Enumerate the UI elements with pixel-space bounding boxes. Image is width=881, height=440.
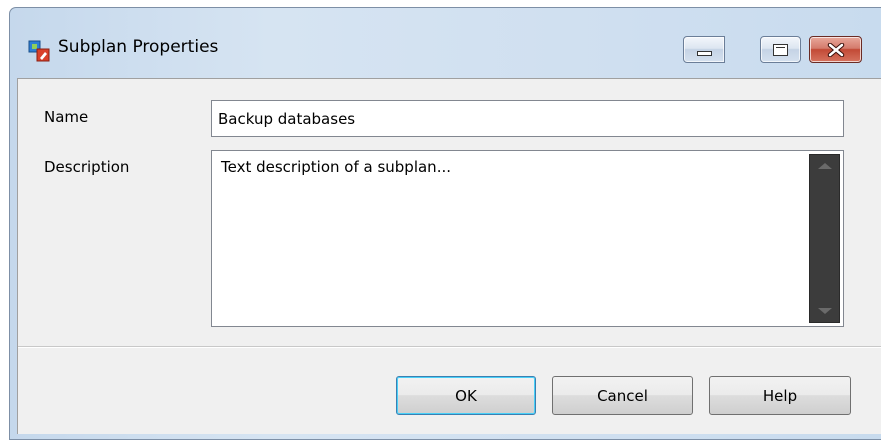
name-label: Name: [44, 108, 89, 126]
subplan-properties-window: Subplan Properties Name Description Text…: [9, 7, 881, 440]
scroll-down-button[interactable]: [810, 300, 839, 322]
description-label: Description: [44, 158, 130, 176]
button-bar: OK Cancel Help: [18, 346, 881, 434]
arrow-down-icon: [817, 308, 832, 314]
maximize-button[interactable]: [760, 36, 801, 63]
subplan-icon: [28, 40, 50, 62]
description-scrollbar[interactable]: [809, 154, 840, 323]
help-button[interactable]: Help: [709, 376, 851, 415]
description-textarea[interactable]: Text description of a subplan...: [213, 152, 801, 325]
close-icon: [827, 42, 844, 57]
close-button[interactable]: [809, 36, 862, 63]
scroll-up-button[interactable]: [810, 155, 839, 177]
window-title: Subplan Properties: [58, 37, 219, 57]
arrow-up-icon: [817, 163, 832, 169]
ok-button[interactable]: OK: [396, 376, 536, 415]
footer-divider: [18, 347, 881, 348]
description-field: Text description of a subplan...: [211, 150, 844, 327]
maximize-icon: [773, 43, 788, 56]
minimize-icon: [696, 51, 712, 56]
title-bar[interactable]: Subplan Properties: [10, 8, 881, 78]
name-input[interactable]: [211, 100, 844, 137]
cancel-button[interactable]: Cancel: [552, 376, 693, 415]
minimize-button[interactable]: [683, 36, 725, 63]
dialog-client-area: Name Description Text description of a s…: [17, 78, 881, 434]
